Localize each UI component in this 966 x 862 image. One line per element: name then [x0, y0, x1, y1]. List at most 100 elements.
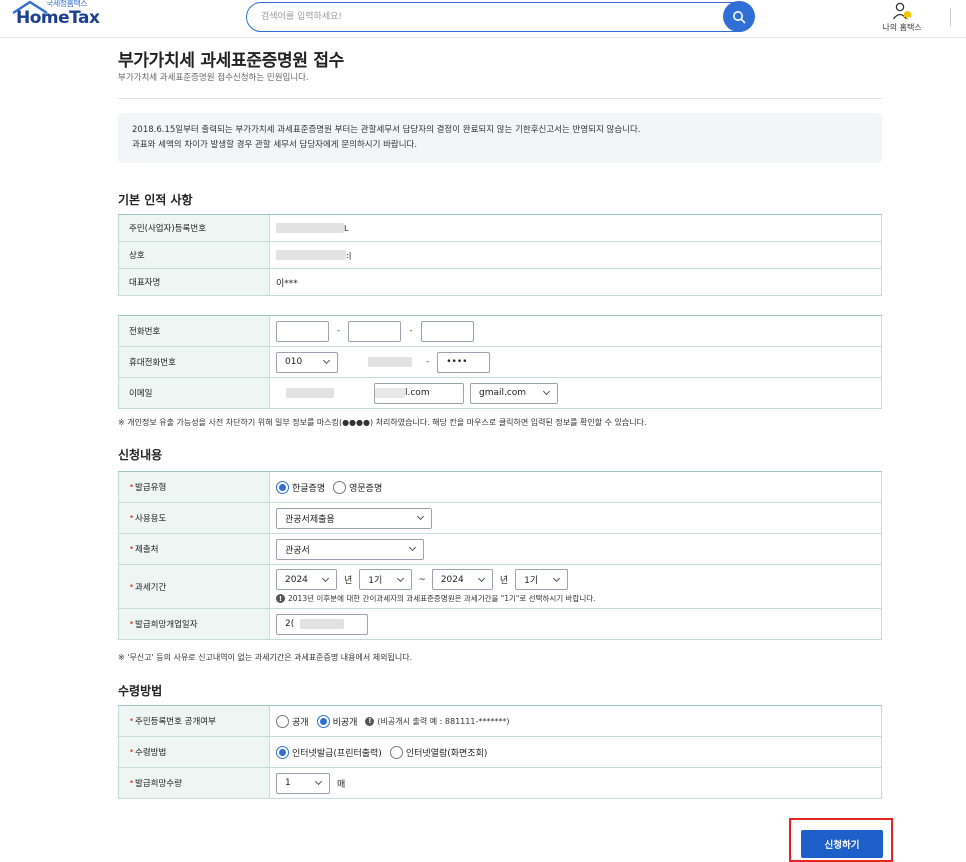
- to-year-select[interactable]: 2024: [431, 569, 493, 590]
- issue-type-label-text: 발급유형: [135, 483, 167, 493]
- table-row: • 제출처 관공서: [118, 534, 882, 565]
- usage-label-text: 사용용도: [135, 514, 167, 524]
- radio-unchecked-icon: [389, 745, 403, 759]
- search-button[interactable]: [723, 1, 755, 32]
- radio-english-label: 영문증명: [349, 483, 383, 494]
- from-year-value: 2024: [285, 574, 308, 585]
- dash: -: [337, 326, 341, 336]
- disclose-label: • 주민등록번호 공개여부: [118, 706, 270, 736]
- dash: -: [426, 357, 430, 367]
- email-domain-input[interactable]: l.com: [374, 382, 464, 404]
- quantity-label-text: 발급희망수량: [135, 779, 182, 789]
- header-divider: [950, 8, 951, 26]
- open-date-label: • 발급희망개업일자: [118, 609, 270, 639]
- table-row: • 발급유형 한글증명 영문증명: [118, 472, 882, 503]
- reg-no-value: L: [270, 215, 882, 241]
- period-tilde: ~: [418, 574, 426, 585]
- mobile-mid-masked[interactable]: [368, 357, 412, 367]
- disclose-note-text: (비공개시 출력 예 : 881111-*******): [377, 716, 510, 726]
- hometax-logo[interactable]: 국세청홈택스 HomeTax: [8, 0, 118, 34]
- table-row: • 사용용도 관공서제출용: [118, 503, 882, 534]
- email-domain-tail: l.com: [405, 388, 430, 398]
- no-report-note: ※ '무신고' 등의 사유로 신고내역이 없는 과세기간은 과세표준증명 내용에…: [118, 653, 413, 662]
- chevron-down-icon: [321, 574, 330, 582]
- radio-unchecked-icon: [333, 480, 347, 494]
- radio-disclose-closed[interactable]: 비공개: [316, 714, 357, 728]
- usage-cell: 관공서제출용: [270, 503, 882, 533]
- table-row: • 발급희망개업일자 2(: [118, 609, 882, 640]
- table-row: • 주민등록번호 공개여부 공개 비공개 ! (비공개시 출력 예 : 88111…: [118, 706, 882, 737]
- company-tail: :|: [346, 250, 352, 260]
- table-row: 상호 :|: [118, 242, 882, 269]
- open-date-cell: 2(: [270, 609, 882, 639]
- submit-button[interactable]: 신청하기: [801, 830, 883, 858]
- masked-value: [276, 223, 344, 233]
- quantity-select[interactable]: 1: [276, 772, 330, 794]
- submit-highlight: 신청하기: [789, 818, 893, 862]
- radio-checked-icon: [316, 714, 330, 728]
- table-row: 전화번호 - -: [118, 316, 882, 347]
- mobile-prefix-select[interactable]: 010: [276, 351, 338, 373]
- open-date-input[interactable]: 2(: [276, 613, 368, 635]
- phone-area-input[interactable]: [276, 320, 329, 342]
- submit-to-select[interactable]: 관공서: [276, 538, 424, 560]
- masked-value: [276, 250, 346, 260]
- radio-method-view[interactable]: 인터넷열람(화면조회): [389, 745, 488, 759]
- table-row: • 수령방법 인터넷발급(프린터출력) 인터넷열람(화면조회): [118, 737, 882, 768]
- search-input[interactable]: [261, 9, 701, 25]
- notice-line-1: 2018.6.15일부터 출력되는 부가가치세 과세표준증명원 부터는 관할세무…: [132, 125, 641, 135]
- user-bell-icon: [892, 2, 911, 20]
- submit-to-cell: 관공서: [270, 534, 882, 564]
- issue-type-label: • 발급유형: [118, 472, 270, 502]
- radio-method-print[interactable]: 인터넷발급(프린터출력): [276, 745, 382, 759]
- basic-info-table: 주민(사업자)등록번호 L 상호 :| 대표자명 이***: [118, 214, 882, 296]
- email-id-masked[interactable]: [286, 388, 334, 398]
- to-term-value: 1기: [524, 576, 539, 586]
- disclose-label-text: 주민등록번호 공개여부: [135, 717, 216, 727]
- top-bar: 국세청홈택스 HomeTax 나의 홈택스: [0, 0, 966, 38]
- table-row: 대표자명 이***: [118, 269, 882, 296]
- table-row: 휴대전화번호 010 - ••••: [118, 347, 882, 378]
- radio-disclose-open[interactable]: 공개: [276, 714, 309, 728]
- chevron-down-icon: [477, 574, 485, 582]
- open-date-label-text: 발급희망개업일자: [135, 620, 198, 630]
- issue-type-options: 한글증명 영문증명: [270, 472, 882, 502]
- to-year-value: 2024: [440, 574, 464, 585]
- apply-table: • 발급유형 한글증명 영문증명 • 사용용도 관공서제출용 • 제출처 관공서 • 과…: [118, 471, 882, 640]
- radio-checked-icon: [276, 480, 289, 494]
- receive-table: • 주민등록번호 공개여부 공개 비공개 ! (비공개시 출력 예 : 88111…: [118, 705, 882, 799]
- mobile-last-input[interactable]: ••••: [437, 351, 491, 373]
- radio-english[interactable]: 영문증명: [333, 480, 383, 494]
- radio-unchecked-icon: [276, 714, 289, 728]
- usage-select[interactable]: 관공서제출용: [276, 507, 432, 529]
- my-hometax-label: 나의 홈택스: [882, 23, 922, 32]
- radio-korean[interactable]: 한글증명: [276, 480, 325, 494]
- phone-mid-input[interactable]: [348, 320, 402, 342]
- search-icon: [733, 10, 746, 23]
- notice-box: 2018.6.15일부터 출력되는 부가가치세 과세표준증명원 부터는 관할세무…: [118, 113, 882, 163]
- from-year-select[interactable]: 2024: [276, 569, 337, 590]
- my-hometax-button[interactable]: 나의 홈택스: [872, 2, 932, 34]
- chevron-down-icon: [408, 543, 417, 552]
- email-domain-select-value: gmail.com: [479, 388, 527, 398]
- mobile-label: 휴대전화번호: [118, 347, 270, 377]
- quantity-value: 1: [285, 778, 291, 788]
- chevron-down-icon: [542, 387, 551, 396]
- from-term-select[interactable]: 1기: [359, 569, 413, 590]
- phone-last-input[interactable]: [420, 320, 474, 342]
- rep-name-label: 대표자명: [118, 269, 270, 295]
- chevron-down-icon: [416, 512, 425, 521]
- logo-main-text: HomeTax: [16, 8, 100, 28]
- radio-method-view-label: 인터넷열람(화면조회): [405, 748, 488, 759]
- from-term-value: 1기: [368, 576, 383, 586]
- tax-period-note-text: 2013년 이후분에 대한 간이과세자의 과세표준증명원은 과세기간을 "1기"…: [288, 594, 596, 603]
- chevron-down-icon: [314, 777, 323, 786]
- reg-no-label: 주민(사업자)등록번호: [118, 215, 270, 241]
- company-value: :|: [270, 242, 882, 268]
- section-title-basic: 기본 인적 사항: [118, 193, 193, 207]
- to-term-select[interactable]: 1기: [515, 569, 569, 590]
- mobile-prefix-value: 010: [285, 357, 303, 367]
- chevron-down-icon: [322, 356, 331, 365]
- email-domain-select[interactable]: gmail.com: [470, 382, 558, 404]
- disclose-options: 공개 비공개 ! (비공개시 출력 예 : 881111-*******): [270, 706, 882, 736]
